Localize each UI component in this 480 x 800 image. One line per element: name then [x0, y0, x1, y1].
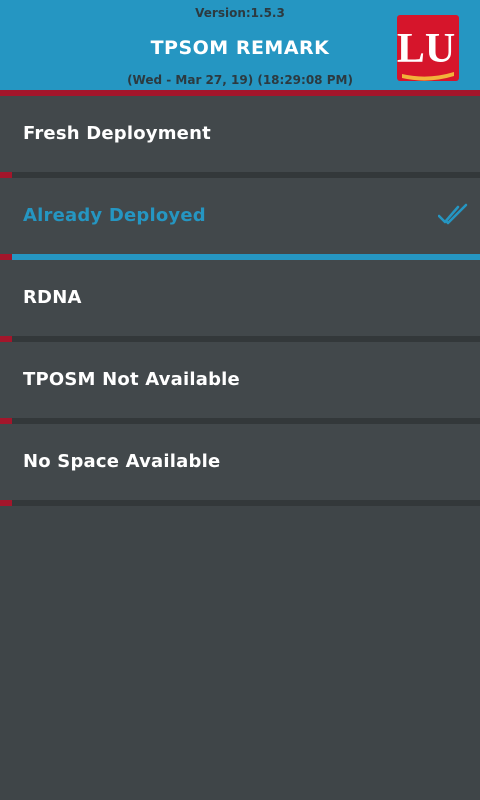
logo-text: LU	[397, 26, 455, 72]
remark-option-fresh-deployment[interactable]: Fresh Deployment	[0, 96, 480, 172]
remark-option-label: RDNA	[23, 287, 82, 308]
remark-option-rdna[interactable]: RDNA	[0, 260, 480, 336]
remark-option-label: Fresh Deployment	[23, 123, 211, 144]
double-check-icon	[438, 203, 468, 225]
remark-option-label: No Space Available	[23, 451, 221, 472]
remark-option-no-space-available[interactable]: No Space Available	[0, 424, 480, 500]
lu-logo-icon: LU	[397, 15, 459, 81]
divider-accent	[0, 500, 12, 506]
remark-list: Fresh Deployment Already Deployed RDNA T…	[0, 96, 480, 506]
app-header: Version:1.5.3 TPSOM REMARK (Wed - Mar 27…	[0, 0, 480, 96]
item-divider	[0, 500, 480, 506]
remark-option-label: Already Deployed	[23, 205, 206, 226]
remark-option-already-deployed[interactable]: Already Deployed	[0, 178, 480, 254]
remark-option-tposm-not-available[interactable]: TPOSM Not Available	[0, 342, 480, 418]
remark-option-label: TPOSM Not Available	[23, 369, 240, 390]
